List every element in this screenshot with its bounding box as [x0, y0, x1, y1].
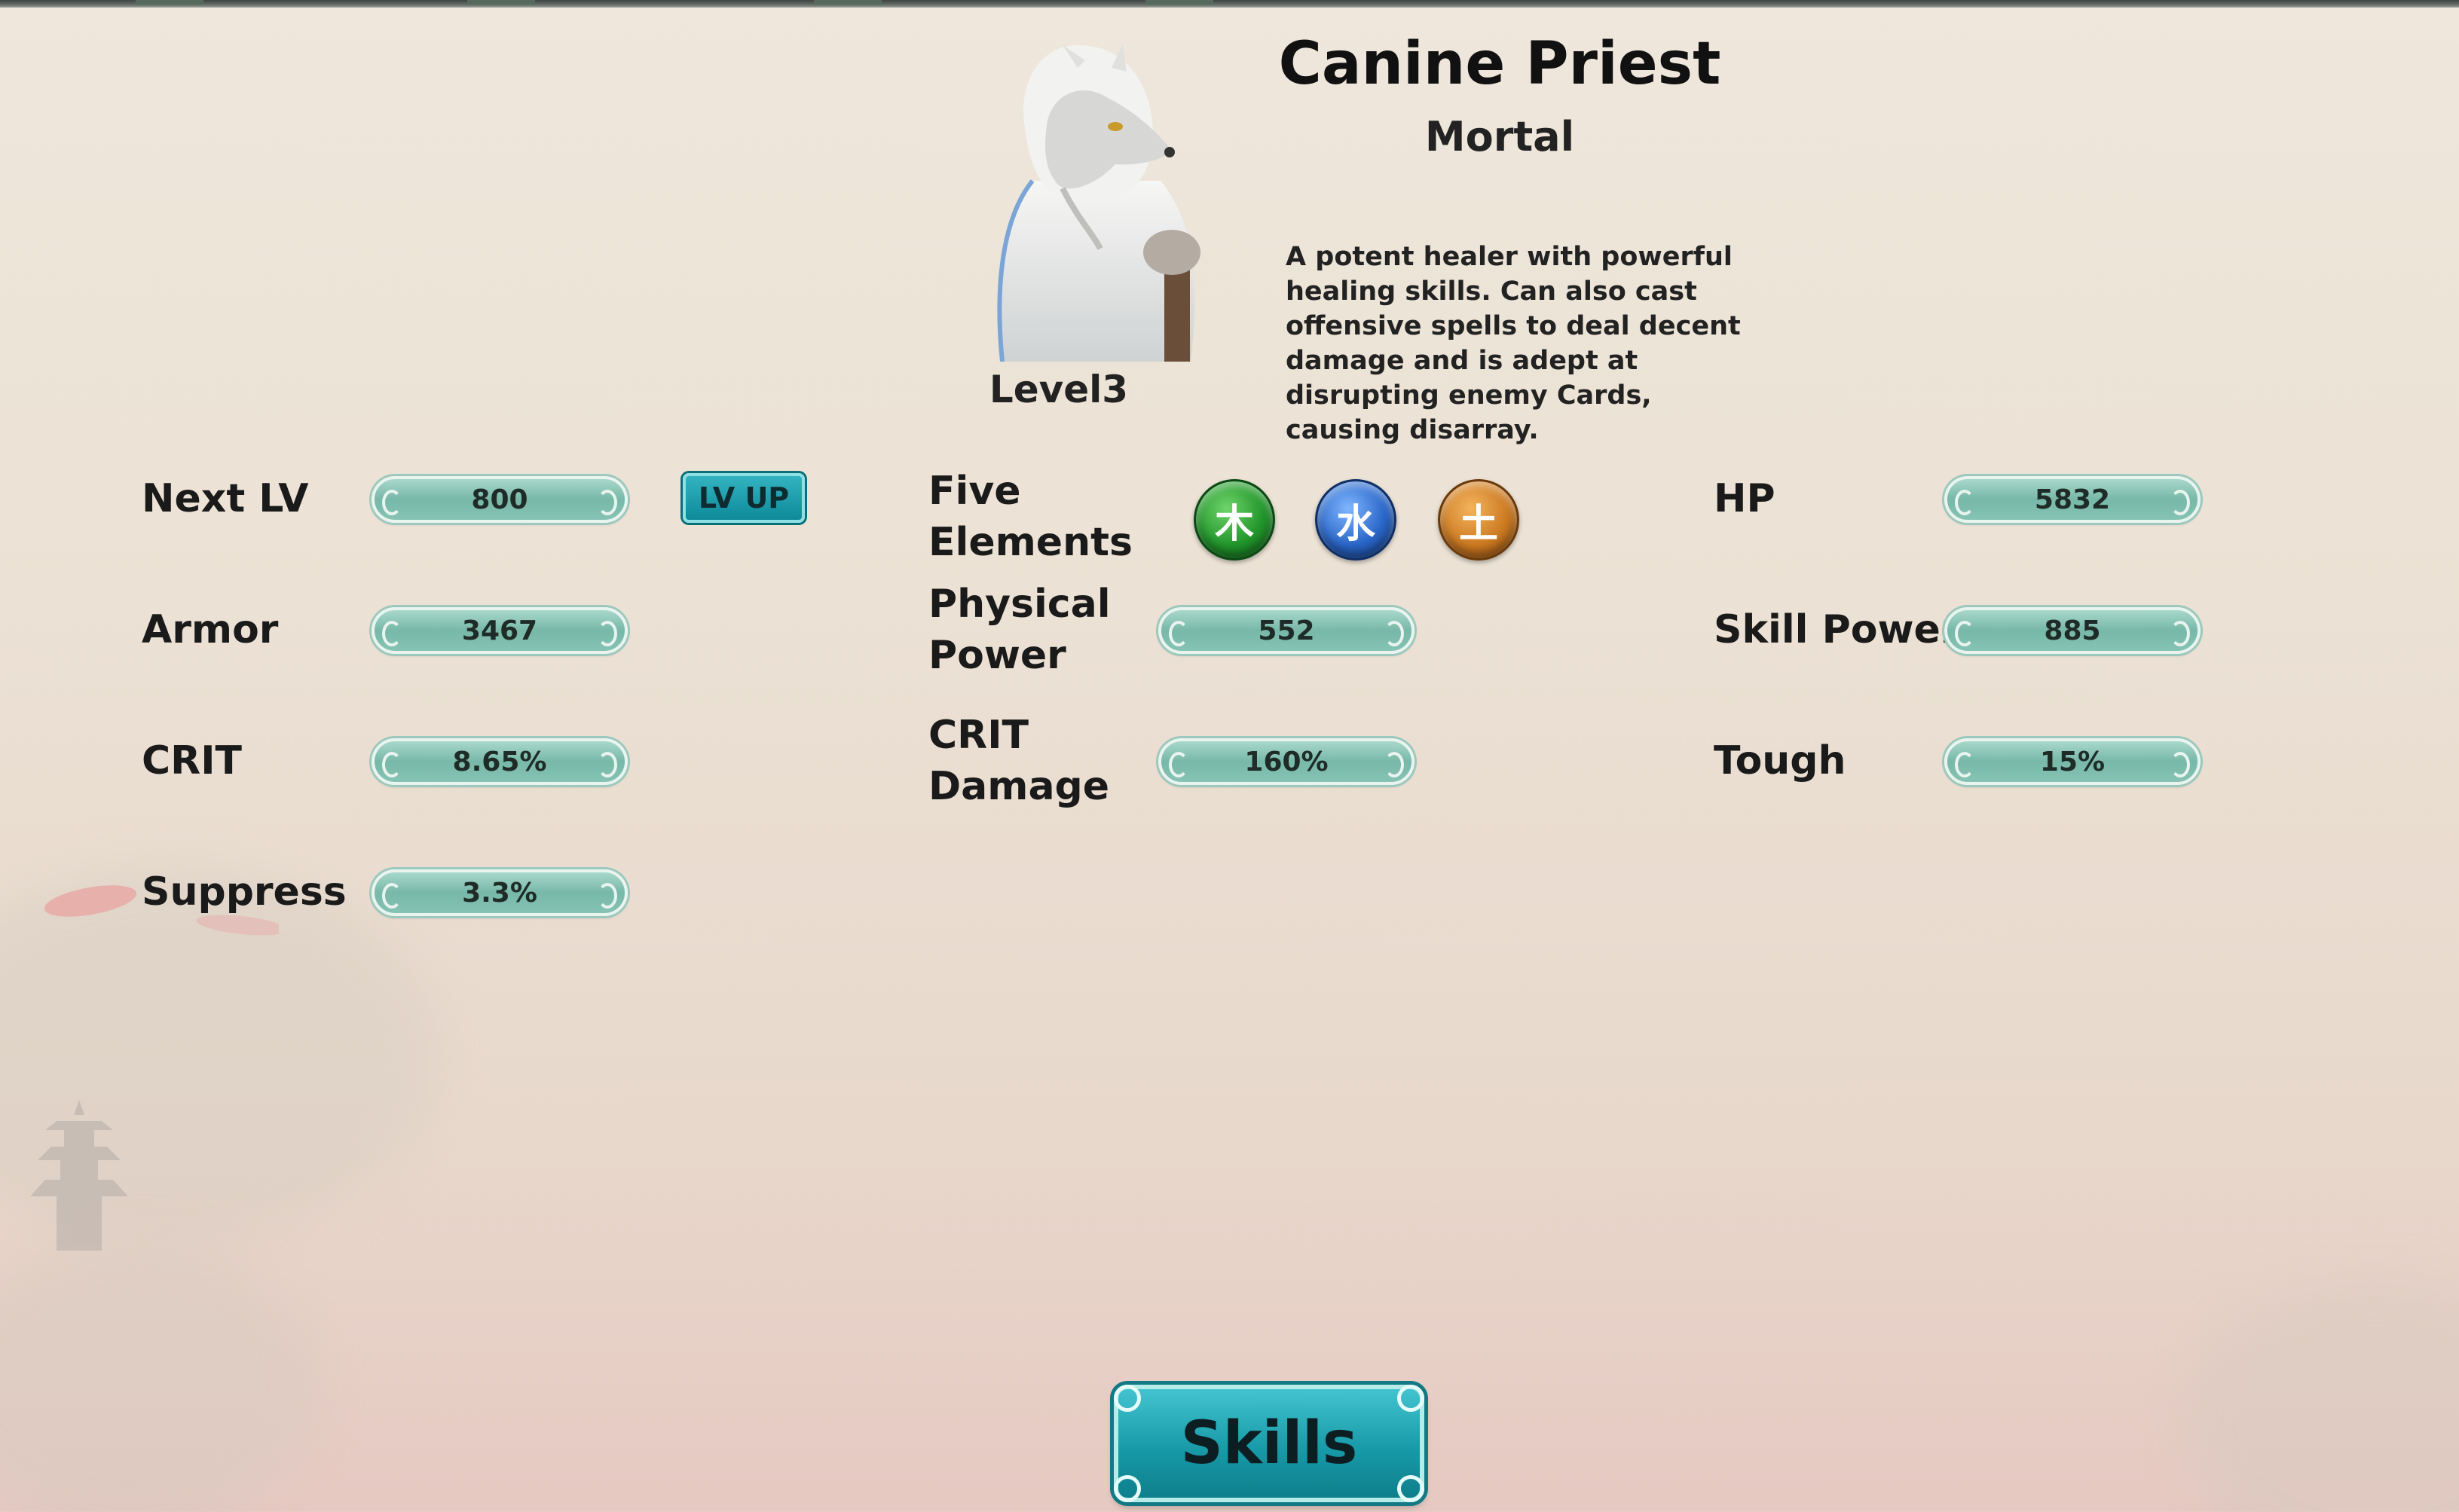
pagoda-silhouette [30, 1100, 128, 1251]
button-corner-ornament [1114, 1385, 1141, 1412]
stat-label-tough: Tough [1714, 738, 1846, 783]
stat-label-physical-power-line1: Physical [928, 582, 1111, 627]
stat-value-skill-power: 885 [1944, 607, 2201, 654]
stat-label-five-elements-line1: Five [928, 469, 1021, 514]
top-border [0, 0, 2459, 8]
stat-value-armor: 3467 [372, 607, 628, 654]
lv-up-button[interactable]: LV UP [683, 473, 805, 523]
stat-value-suppress: 3.3% [372, 869, 628, 916]
stat-value-tough: 15% [1944, 738, 2201, 785]
background-wash [0, 1243, 317, 1512]
stat-label-crit-damage-line2: Damage [928, 764, 1110, 809]
character-level: Level3 [989, 368, 1129, 411]
character-rank: Mortal [1424, 113, 1575, 160]
stat-value-hp: 5832 [1944, 476, 2201, 523]
skills-button[interactable]: Skills [1114, 1385, 1424, 1502]
stat-value-crit: 8.65% [372, 738, 628, 785]
stat-label-physical-power-line2: Power [928, 633, 1066, 678]
button-corner-ornament [1114, 1475, 1141, 1502]
skills-button-label: Skills [1180, 1410, 1358, 1477]
stat-label-skill-power: Skill Power [1714, 607, 1960, 652]
stat-label-crit-damage: CRIT Damage [928, 710, 1109, 812]
earth-element-icon[interactable]: 土 [1438, 479, 1519, 561]
stat-label-next-lv: Next LV [142, 476, 309, 521]
character-description: A potent healer with powerful healing sk… [1286, 242, 1741, 445]
stat-label-five-elements: Five Elements [928, 466, 1133, 568]
stat-label-physical-power: Physical Power [928, 579, 1111, 681]
background-wash [2185, 1281, 2459, 1512]
water-element-icon[interactable]: 水 [1315, 479, 1396, 561]
stat-value-next-lv: 800 [372, 476, 628, 523]
stat-label-armor: Armor [142, 607, 279, 652]
wood-element-icon[interactable]: 木 [1194, 479, 1275, 561]
button-corner-ornament [1397, 1385, 1424, 1412]
stat-label-crit-damage-line1: CRIT [928, 713, 1029, 758]
stat-label-crit: CRIT [142, 738, 243, 783]
character-portrait [997, 44, 1200, 362]
stat-label-five-elements-line2: Elements [928, 520, 1133, 565]
stat-value-physical-power: 552 [1158, 607, 1415, 654]
character-name: Canine Priest [1278, 30, 1721, 98]
stat-label-hp: HP [1714, 476, 1775, 521]
stat-label-suppress: Suppress [142, 869, 347, 915]
button-corner-ornament [1397, 1475, 1424, 1502]
stat-value-crit-damage: 160% [1158, 738, 1415, 785]
